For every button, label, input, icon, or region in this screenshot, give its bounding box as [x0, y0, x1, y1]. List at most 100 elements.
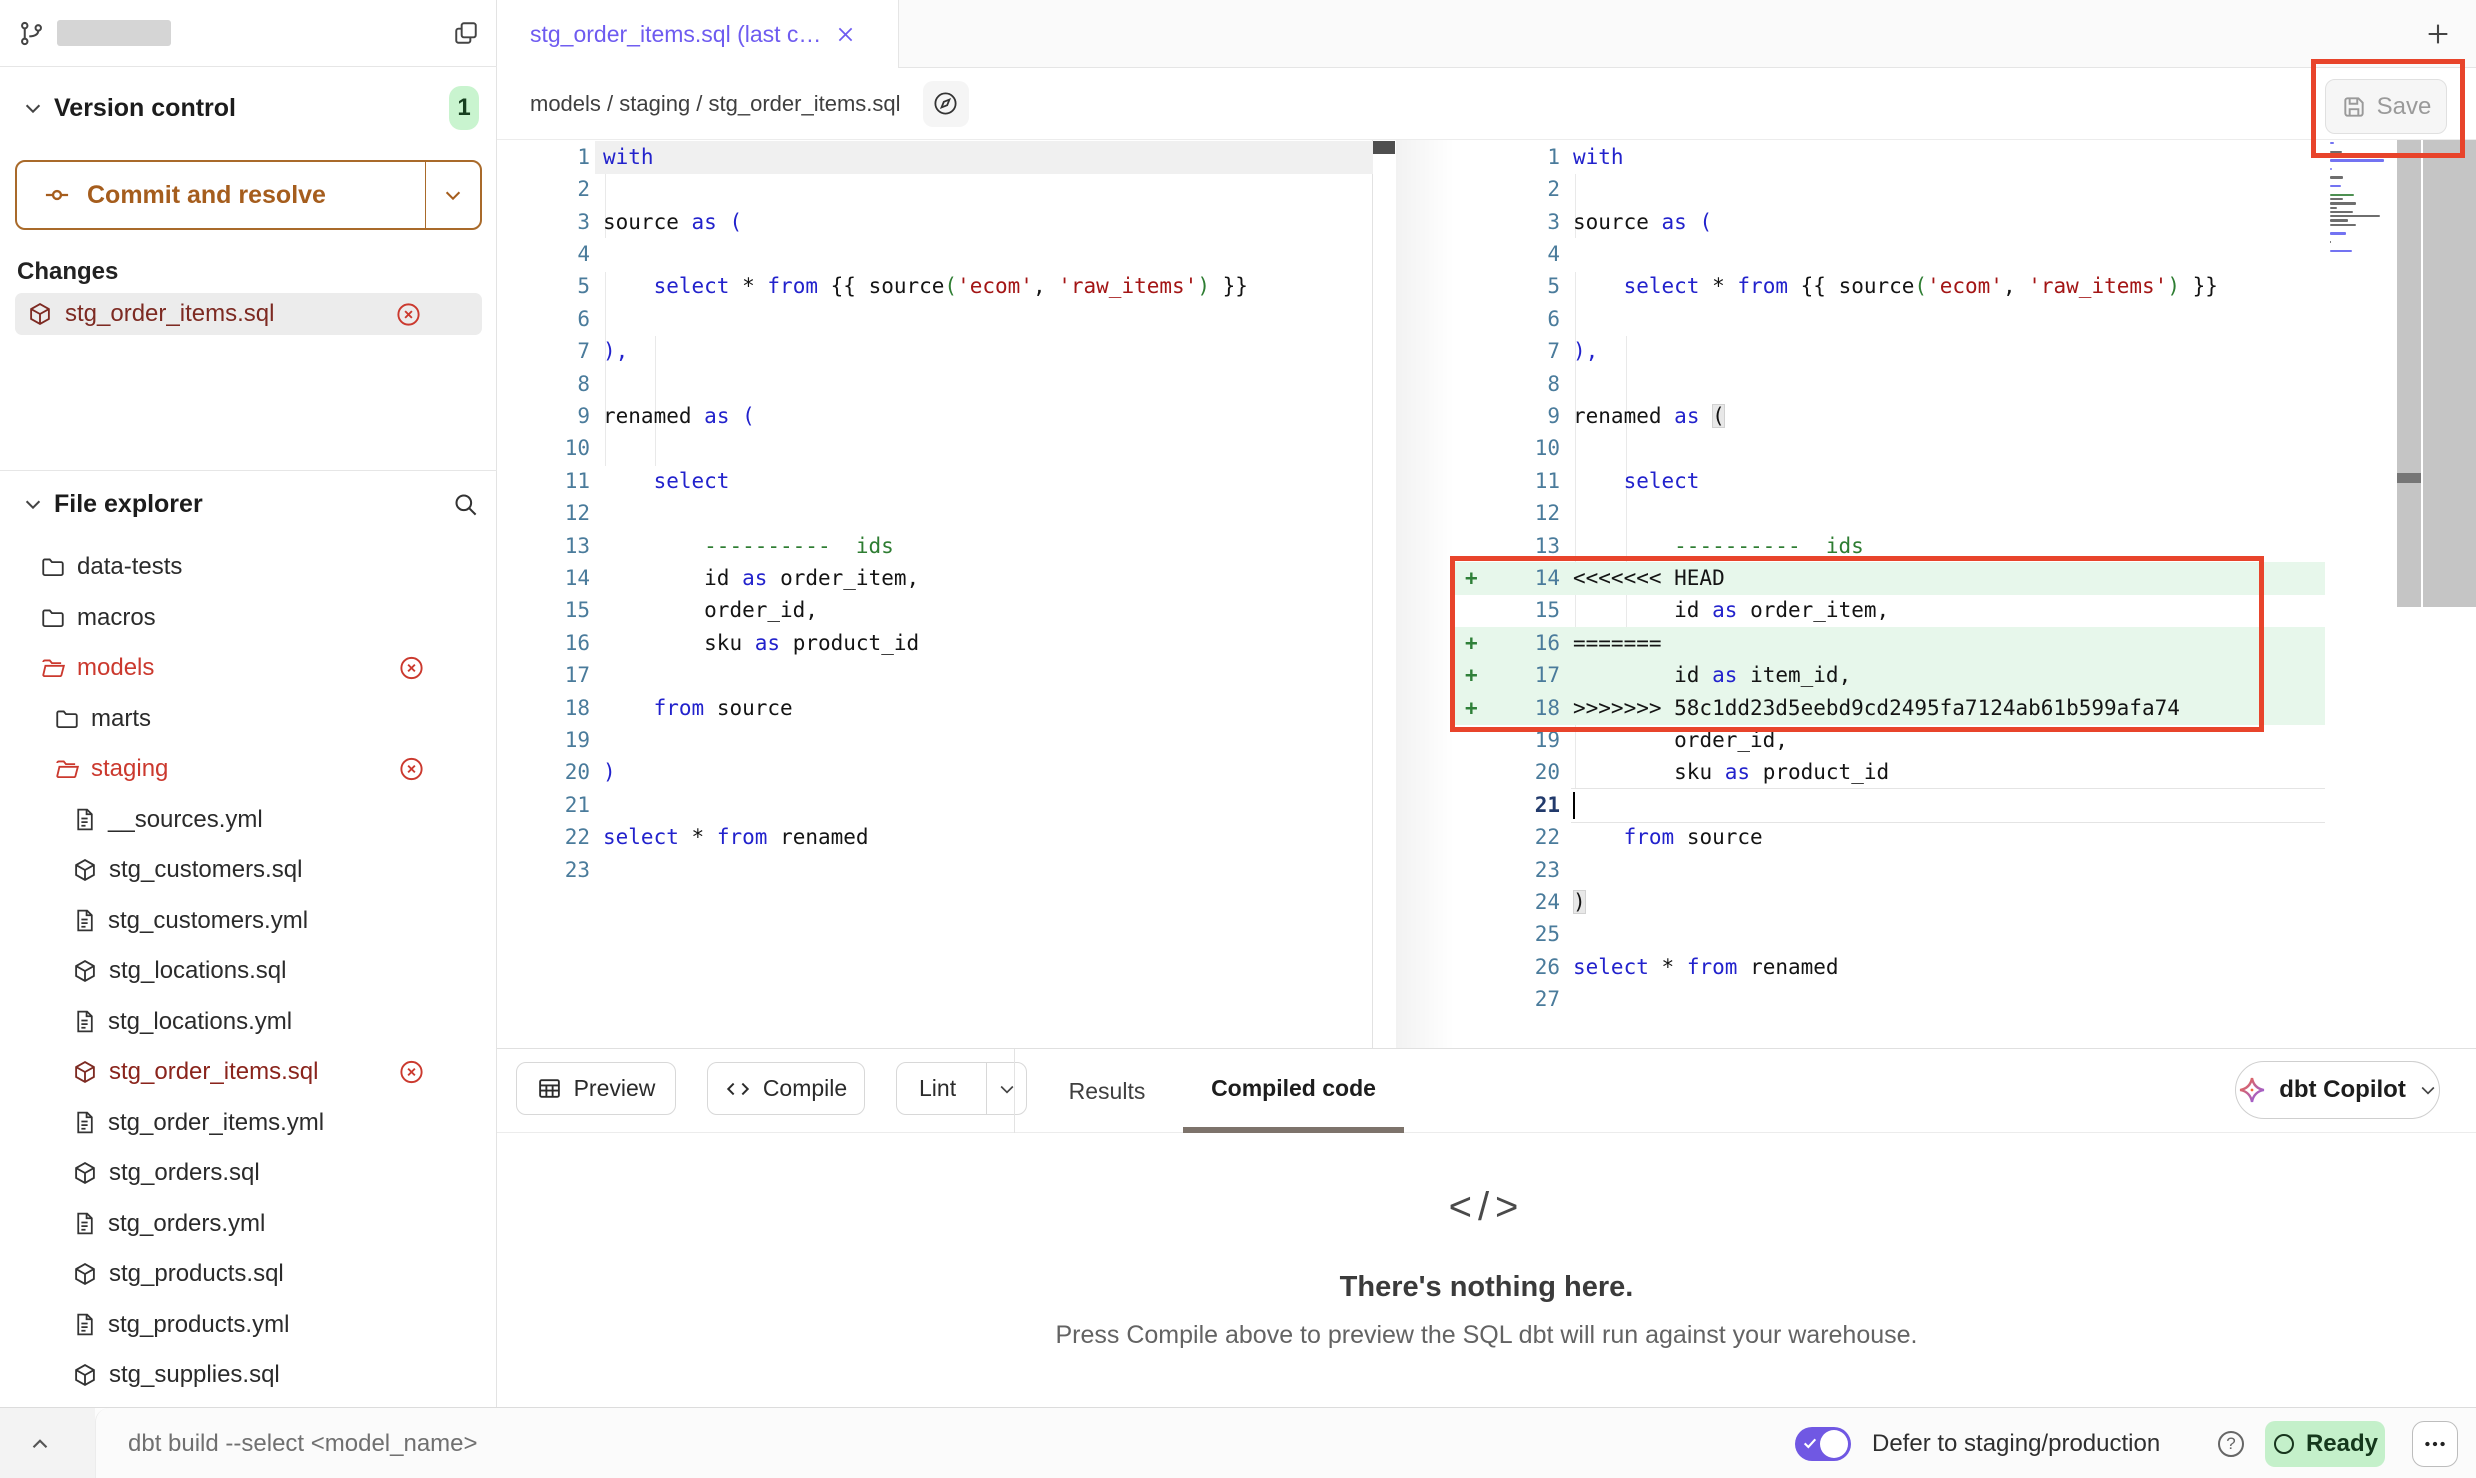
chevron-up-icon[interactable]	[20, 1424, 60, 1464]
code-line[interactable]: 1with	[1455, 141, 2396, 174]
conflict-x-icon[interactable]	[398, 756, 425, 783]
help-icon[interactable]: ?	[2218, 1431, 2244, 1457]
code-line[interactable]: +17 id as item_id,	[1455, 659, 2396, 692]
code-line[interactable]: 11 select	[1455, 465, 2396, 498]
code-line[interactable]: 10	[1455, 432, 2396, 465]
code-line[interactable]: 19 order_id,	[1455, 724, 2396, 757]
save-button[interactable]: Save	[2325, 79, 2447, 134]
code-line[interactable]: 13 ---------- ids	[497, 530, 1373, 563]
code-line[interactable]: 3source as (	[497, 206, 1373, 239]
file-tree-item-stg-order-items-yml[interactable]: stg_order_items.yml	[0, 1098, 497, 1149]
code-line[interactable]: 4	[1455, 238, 2396, 271]
compile-button[interactable]: Compile	[707, 1062, 865, 1115]
code-line[interactable]: 15 id as order_item,	[1455, 594, 2396, 627]
changed-file-row[interactable]: stg_order_items.sql	[15, 293, 482, 335]
file-tree-item-stg-supplies-sql[interactable]: stg_supplies.sql	[0, 1350, 497, 1401]
file-tree-item-stg-customers-yml[interactable]: stg_customers.yml	[0, 896, 497, 947]
code-line[interactable]: 3source as (	[1455, 206, 2396, 239]
minimap[interactable]	[2330, 142, 2392, 272]
code-line[interactable]: 10	[497, 432, 1373, 465]
code-line[interactable]: 13 ---------- ids	[1455, 530, 2396, 563]
file-tree-item-stg-locations-sql[interactable]: stg_locations.sql	[0, 946, 497, 997]
code-line[interactable]: 2	[497, 173, 1373, 206]
defer-toggle[interactable]	[1795, 1427, 1851, 1461]
code-line[interactable]: 9renamed as (	[497, 400, 1373, 433]
file-tree-item-data-tests[interactable]: data-tests	[0, 542, 497, 593]
code-line[interactable]: 21	[497, 789, 1373, 822]
code-line[interactable]: 7),	[1455, 335, 2396, 368]
code-line[interactable]: 12	[497, 497, 1373, 530]
code-line[interactable]: 20)	[497, 756, 1373, 789]
code-line[interactable]: 1with	[497, 141, 1373, 174]
conflict-x-icon[interactable]	[398, 1059, 425, 1086]
command-input-placeholder[interactable]: dbt build --select <model_name>	[128, 1408, 478, 1478]
file-tree-item-stg-products-yml[interactable]: stg_products.yml	[0, 1300, 497, 1351]
code-line[interactable]: 25	[1455, 918, 2396, 951]
minimap-slider[interactable]	[2423, 140, 2476, 607]
code-line[interactable]: 6	[497, 303, 1373, 336]
code-line[interactable]: 23	[497, 854, 1373, 887]
file-tree-item-stg-orders-sql[interactable]: stg_orders.sql	[0, 1148, 497, 1199]
code-line[interactable]: 17	[497, 659, 1373, 692]
code-line[interactable]: 22select * from renamed	[497, 821, 1373, 854]
code-line[interactable]: 8	[497, 368, 1373, 401]
file-tree-item-models[interactable]: models	[0, 643, 497, 694]
file-tree-item-macros[interactable]: macros	[0, 593, 497, 644]
git-branch-icon[interactable]	[18, 20, 45, 47]
code-line[interactable]: 6	[1455, 303, 2396, 336]
conflict-x-icon[interactable]	[398, 655, 425, 682]
code-editor[interactable]: 1with23source as (45 select * from {{ so…	[497, 140, 2476, 1048]
editor-scrollbar[interactable]	[2397, 140, 2421, 607]
tab-compiled-code[interactable]: Compiled code	[1183, 1049, 1404, 1133]
scrollbar-thumb[interactable]	[2397, 473, 2421, 483]
file-tree-item-marts[interactable]: marts	[0, 694, 497, 745]
file-explorer-header[interactable]: File explorer	[0, 483, 497, 525]
close-icon[interactable]	[835, 24, 856, 45]
file-tree-item-stg-orders-yml[interactable]: stg_orders.yml	[0, 1199, 497, 1250]
lint-button[interactable]: Lint	[896, 1062, 1027, 1115]
copy-icon[interactable]	[453, 20, 479, 46]
code-line[interactable]: 5 select * from {{ source('ecom', 'raw_i…	[497, 270, 1373, 303]
search-icon[interactable]	[452, 491, 479, 518]
code-line[interactable]: 8	[1455, 368, 2396, 401]
code-line[interactable]: 19	[497, 724, 1373, 757]
file-tree-item-stg-locations-yml[interactable]: stg_locations.yml	[0, 997, 497, 1048]
code-line[interactable]: 16 sku as product_id	[497, 627, 1373, 660]
code-line[interactable]: 9renamed as (	[1455, 400, 2396, 433]
version-control-header[interactable]: Version control 1	[0, 84, 497, 132]
code-line[interactable]: 23	[1455, 854, 2396, 887]
conflict-x-icon[interactable]	[395, 301, 422, 328]
tab-results[interactable]: Results	[1042, 1049, 1172, 1133]
code-line[interactable]: 18 from source	[497, 692, 1373, 725]
left-pane-scrollbar-thumb[interactable]	[1373, 141, 1395, 154]
dbt-copilot-button[interactable]: dbt Copilot	[2235, 1061, 2440, 1119]
code-line[interactable]: 7),	[497, 335, 1373, 368]
tab-stg-order-items[interactable]: stg_order_items.sql (last c…	[497, 0, 899, 68]
preview-button[interactable]: Preview	[516, 1062, 676, 1115]
file-tree-item-stg-customers-sql[interactable]: stg_customers.sql	[0, 845, 497, 896]
new-tab-button[interactable]	[2418, 14, 2458, 54]
code-line[interactable]: +14<<<<<<< HEAD	[1455, 562, 2396, 595]
code-line[interactable]: 27	[1455, 983, 2396, 1016]
code-line[interactable]: 26select * from renamed	[1455, 951, 2396, 984]
code-line[interactable]: 4	[497, 238, 1373, 271]
file-tree-item--sources-yml[interactable]: __sources.yml	[0, 795, 497, 846]
lint-options-caret[interactable]	[986, 1063, 1026, 1114]
code-line[interactable]: +18>>>>>>> 58c1dd23d5eebd9cd2495fa7124ab…	[1455, 692, 2396, 725]
code-line[interactable]: 14 id as order_item,	[497, 562, 1373, 595]
code-pane-head[interactable]: 1with23source as (45 select * from {{ so…	[497, 140, 1373, 1048]
navigate-compass-icon[interactable]	[923, 81, 969, 127]
code-line[interactable]: +16=======	[1455, 627, 2396, 660]
code-line[interactable]: 12	[1455, 497, 2396, 530]
code-line[interactable]: 2	[1455, 173, 2396, 206]
file-tree-item-stg-products-sql[interactable]: stg_products.sql	[0, 1249, 497, 1300]
file-tree-item-stg-order-items-sql[interactable]: stg_order_items.sql	[0, 1047, 497, 1098]
code-line[interactable]: 24)	[1455, 886, 2396, 919]
code-line[interactable]: 22 from source	[1455, 821, 2396, 854]
code-line[interactable]: 21	[1455, 789, 2396, 822]
commit-options-caret[interactable]	[425, 162, 480, 228]
code-line[interactable]: 15 order_id,	[497, 594, 1373, 627]
code-pane-working[interactable]: 1with23source as (45 select * from {{ so…	[1455, 140, 2396, 1048]
commit-and-resolve-button[interactable]: Commit and resolve	[15, 160, 482, 230]
code-line[interactable]: 11 select	[497, 465, 1373, 498]
